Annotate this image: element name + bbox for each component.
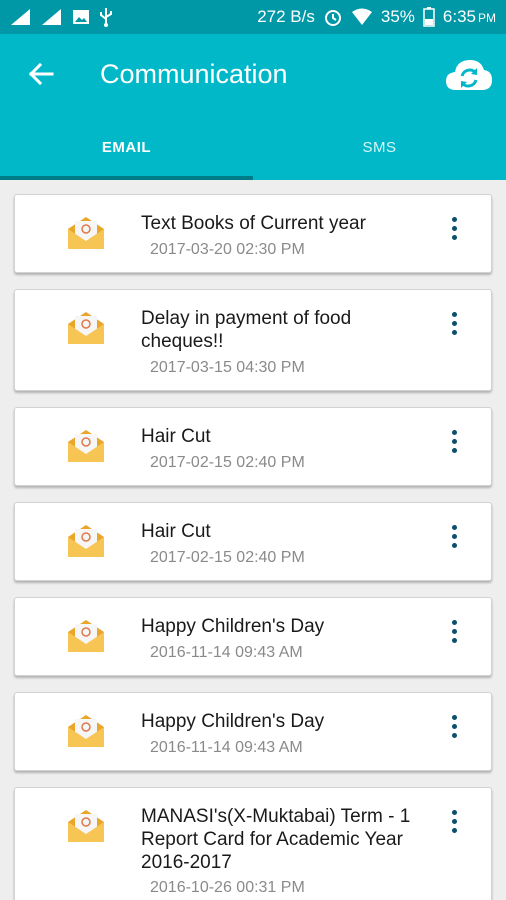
- tab-email[interactable]: EMAIL: [0, 114, 253, 180]
- envelope-icon: [68, 430, 104, 462]
- more-vert-icon: [451, 524, 457, 548]
- back-button[interactable]: [22, 55, 60, 93]
- message-card[interactable]: Hair Cut 2017-02-15 02:40 PM: [14, 407, 492, 486]
- envelope-icon: [68, 525, 104, 557]
- more-vert-icon: [451, 311, 457, 335]
- signal-icon: [10, 8, 32, 26]
- tab-bar: EMAIL SMS: [0, 114, 506, 180]
- message-date: 2016-10-26 00:31 PM: [150, 879, 305, 896]
- message-date: 2016-11-14 09:43 AM: [150, 644, 303, 661]
- status-left-icons: [10, 7, 113, 27]
- more-options-button[interactable]: [439, 806, 469, 836]
- arrow-left-icon: [28, 62, 54, 86]
- signal-icon: [41, 8, 63, 26]
- cloud-sync-icon: [446, 60, 492, 90]
- message-subject: Delay in payment of food cheques!!: [141, 308, 352, 352]
- more-options-button[interactable]: [439, 711, 469, 741]
- usb-icon: [99, 7, 113, 27]
- image-icon: [72, 8, 90, 26]
- message-card[interactable]: Hair Cut 2017-02-15 02:40 PM: [14, 502, 492, 581]
- sync-button[interactable]: [444, 54, 494, 94]
- message-date: 2017-02-15 02:40 PM: [150, 549, 305, 566]
- message-subject: Text Books of Current year: [141, 213, 366, 234]
- page-title: Communication: [100, 58, 288, 89]
- more-vert-icon: [451, 216, 457, 240]
- message-date: 2017-03-15 04:30 PM: [150, 359, 305, 376]
- message-subject: Happy Children's Day: [141, 711, 325, 732]
- tab-sms[interactable]: SMS: [253, 114, 506, 180]
- more-vert-icon: [451, 809, 457, 833]
- message-card[interactable]: Happy Children's Day 2016-11-14 09:43 AM: [14, 597, 492, 676]
- message-date: 2017-03-20 02:30 PM: [150, 241, 305, 258]
- more-vert-icon: [451, 429, 457, 453]
- envelope-icon: [68, 217, 104, 249]
- alarm-icon: [323, 7, 343, 27]
- wifi-icon: [351, 8, 373, 26]
- envelope-icon: [68, 312, 104, 344]
- more-vert-icon: [451, 714, 457, 738]
- more-vert-icon: [451, 619, 457, 643]
- more-options-button[interactable]: [439, 213, 469, 243]
- clock-suffix: PM: [478, 11, 496, 25]
- more-options-button[interactable]: [439, 426, 469, 456]
- message-card[interactable]: Delay in payment of food cheques!! 2017-…: [14, 289, 492, 391]
- message-subject: Happy Children's Day: [141, 616, 325, 637]
- tab-sms-label: SMS: [362, 138, 397, 156]
- battery-icon: [423, 7, 435, 27]
- clock: 6:35 PM: [443, 7, 496, 27]
- network-speed: 272 B/s: [257, 7, 315, 26]
- envelope-icon: [68, 620, 104, 652]
- status-right-info: 272 B/s 35% 6:35 PM: [257, 7, 496, 27]
- message-subject: Hair Cut: [141, 521, 211, 542]
- message-card[interactable]: Happy Children's Day 2016-11-14 09:43 AM: [14, 692, 492, 771]
- status-bar: 272 B/s 35% 6:35 PM: [0, 0, 506, 34]
- message-subject: MANASI's(X-Muktabai) Term - 1 Report Car…: [141, 806, 411, 873]
- message-card[interactable]: Text Books of Current year 2017-03-20 02…: [14, 194, 492, 273]
- app-bar: Communication: [0, 34, 506, 114]
- envelope-icon: [68, 715, 104, 747]
- message-subject: Hair Cut: [141, 426, 211, 447]
- more-options-button[interactable]: [439, 521, 469, 551]
- tab-email-label: EMAIL: [101, 138, 152, 156]
- message-list[interactable]: Text Books of Current year 2017-03-20 02…: [0, 180, 506, 900]
- message-card[interactable]: MANASI's(X-Muktabai) Term - 1 Report Car…: [14, 787, 492, 900]
- battery-percent: 35%: [380, 7, 415, 26]
- clock-time: 6:35: [442, 7, 476, 26]
- more-options-button[interactable]: [439, 616, 469, 646]
- message-date: 2016-11-14 09:43 AM: [150, 739, 303, 756]
- message-date: 2017-02-15 02:40 PM: [150, 454, 305, 471]
- envelope-icon: [68, 810, 104, 842]
- more-options-button[interactable]: [439, 308, 469, 338]
